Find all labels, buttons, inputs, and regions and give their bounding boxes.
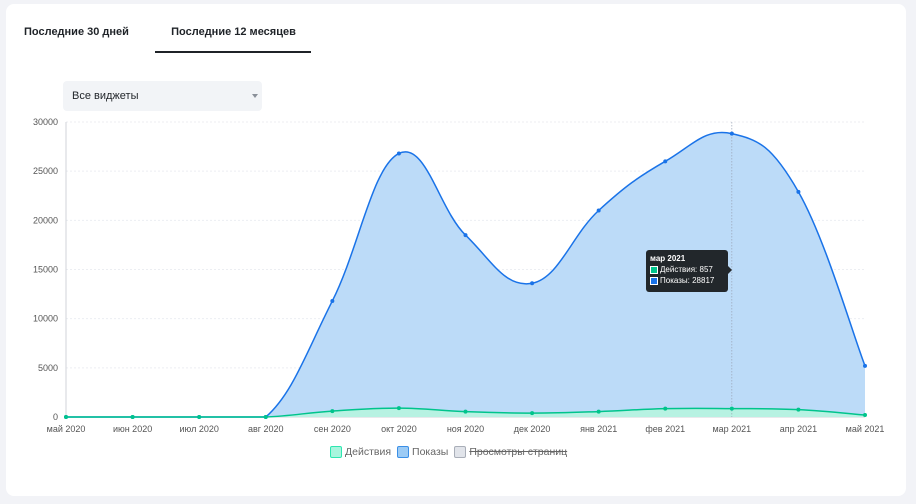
tooltip-title: мар 2021 bbox=[650, 254, 686, 263]
series-area-0 bbox=[66, 132, 865, 418]
x-tick-label: май 2020 bbox=[47, 424, 86, 434]
data-point bbox=[663, 159, 668, 164]
x-tick-label: апр 2021 bbox=[780, 424, 817, 434]
x-tick-label: мар 2021 bbox=[712, 424, 751, 434]
x-tick-label: авг 2020 bbox=[248, 424, 284, 434]
data-point bbox=[530, 281, 535, 286]
y-tick-label: 0 bbox=[53, 412, 58, 422]
tooltip-row-actions: Действия: 857 bbox=[650, 264, 724, 275]
data-point bbox=[396, 151, 401, 156]
chart-legend: Действия Показы Просмотры страниц bbox=[330, 445, 573, 459]
legend-label-pageviews: Просмотры страниц bbox=[469, 446, 568, 458]
legend-item-actions[interactable]: Действия bbox=[330, 446, 391, 458]
data-point bbox=[796, 189, 801, 194]
data-point bbox=[796, 407, 801, 412]
data-point bbox=[863, 413, 867, 418]
data-point bbox=[463, 409, 468, 414]
data-point bbox=[729, 131, 734, 136]
tooltip-impressions-value: Показы: 28817 bbox=[660, 276, 715, 285]
data-point bbox=[530, 411, 535, 416]
data-point bbox=[130, 415, 135, 419]
y-tick-label: 20000 bbox=[33, 215, 58, 225]
x-tick-label: июн 2020 bbox=[113, 424, 152, 434]
data-point bbox=[463, 233, 468, 238]
data-point bbox=[663, 406, 668, 411]
chart-tooltip: мар 2021 Действия: 857 Показы: 28817 bbox=[646, 250, 732, 292]
data-point bbox=[263, 415, 268, 419]
x-tick-label: фев 2021 bbox=[645, 424, 685, 434]
chart-card: Последние 30 дней Последние 12 месяцев В… bbox=[6, 4, 906, 496]
x-tick-label: янв 2021 bbox=[580, 424, 617, 434]
data-point bbox=[330, 409, 335, 414]
legend-label-impressions: Показы bbox=[412, 446, 449, 458]
y-tick-label: 15000 bbox=[33, 265, 58, 275]
x-tick-label: окт 2020 bbox=[381, 424, 417, 434]
legend-swatch-actions bbox=[330, 446, 342, 458]
data-point bbox=[863, 363, 867, 368]
legend-label-actions: Действия bbox=[345, 446, 392, 458]
y-tick-label: 5000 bbox=[38, 363, 58, 373]
y-tick-label: 25000 bbox=[33, 166, 58, 176]
x-tick-label: дек 2020 bbox=[514, 424, 551, 434]
data-point bbox=[596, 409, 601, 414]
data-point bbox=[197, 415, 202, 419]
x-tick-label: сен 2020 bbox=[314, 424, 351, 434]
legend-swatch-pageviews bbox=[454, 446, 467, 458]
data-point bbox=[396, 406, 401, 411]
tooltip-swatch-actions bbox=[650, 265, 658, 274]
area-chart[interactable]: 0 5000 10000 15000 20000 25000 30000 май 2020 ию… bbox=[6, 4, 906, 444]
data-point bbox=[729, 406, 734, 411]
x-tick-label: май 2021 bbox=[846, 424, 885, 434]
x-tick-label: ноя 2020 bbox=[447, 424, 484, 434]
x-tick-label: июл 2020 bbox=[179, 424, 218, 434]
y-tick-label: 30000 bbox=[33, 117, 58, 127]
legend-swatch-impressions bbox=[397, 446, 410, 458]
data-point bbox=[64, 415, 68, 419]
tooltip-swatch-impressions bbox=[650, 276, 658, 285]
tooltip-actions-value: Действия: 857 bbox=[660, 265, 713, 274]
legend-item-impressions[interactable]: Показы bbox=[397, 446, 448, 458]
y-tick-label: 10000 bbox=[33, 314, 58, 324]
tooltip-row-impressions: Показы: 28817 bbox=[650, 275, 724, 286]
data-point bbox=[596, 208, 601, 213]
legend-item-pageviews[interactable]: Просмотры страниц bbox=[454, 446, 567, 458]
data-point bbox=[330, 298, 335, 303]
